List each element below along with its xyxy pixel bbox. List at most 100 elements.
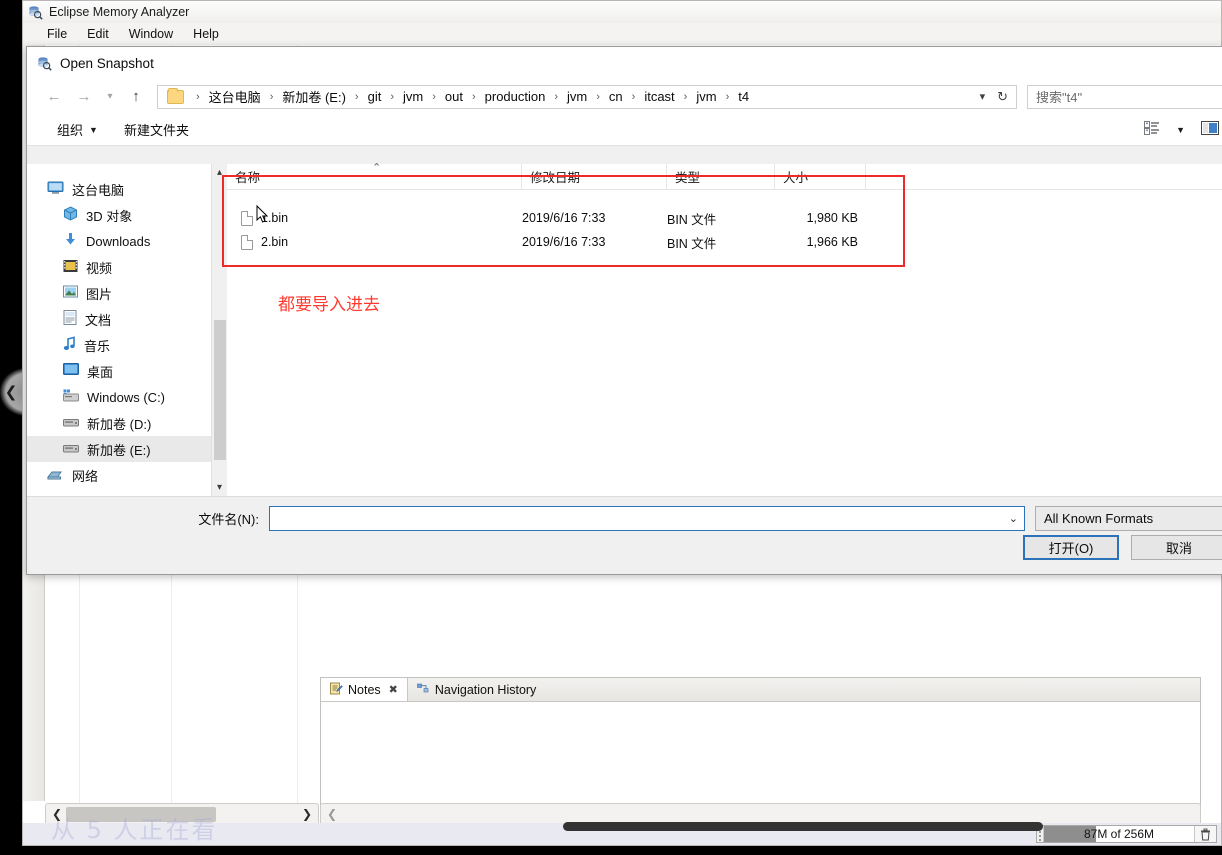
scroll-right-icon[interactable]: ❯ bbox=[302, 807, 312, 821]
sidebar-item-network[interactable]: 网络 bbox=[27, 462, 227, 488]
file-format-select[interactable]: All Known Formats bbox=[1035, 505, 1222, 531]
cancel-button[interactable]: 取消 bbox=[1131, 535, 1222, 560]
sidebar-item-drive-d[interactable]: 新加卷 (D:) bbox=[27, 410, 227, 436]
breadcrumb-item-6[interactable]: jvm bbox=[565, 89, 589, 104]
sidebar-item-label: 这台电脑 bbox=[72, 182, 125, 198]
breadcrumb-separator: › bbox=[196, 90, 200, 103]
sidebar-item-desktop[interactable]: 桌面 bbox=[27, 358, 227, 384]
eclipse-window-title: Eclipse Memory Analyzer bbox=[49, 5, 190, 19]
global-horizontal-scroll-thumb[interactable] bbox=[563, 822, 1043, 831]
address-bar[interactable]: › 这台电脑 › 新加卷 (E:) › git › jvm › out › pr… bbox=[157, 84, 1017, 109]
table-row[interactable]: 2.bin 2019/6/16 7:33 BIN 文件 1,966 KB bbox=[227, 230, 1222, 254]
close-icon[interactable]: ✖ bbox=[389, 683, 398, 696]
breadcrumb-item-10[interactable]: t4 bbox=[736, 89, 751, 104]
file-icon bbox=[241, 234, 253, 250]
breadcrumb-item-1[interactable]: 新加卷 (E:) bbox=[280, 87, 348, 106]
annotation-text: 都要导入进去 bbox=[278, 295, 380, 315]
notes-icon bbox=[330, 682, 343, 698]
dialog-buttons: 打开(O) 取消 bbox=[1023, 535, 1222, 560]
column-header-type[interactable]: 类型 bbox=[667, 163, 775, 190]
navigation-pane-scrollbar[interactable]: ▴ ▾ bbox=[211, 164, 227, 496]
sidebar-item-drive-e[interactable]: 新加卷 (E:) bbox=[27, 436, 227, 462]
pictures-icon bbox=[63, 285, 78, 301]
filename-label: 文件名(N): bbox=[198, 511, 259, 527]
tab-notes[interactable]: Notes ✖ bbox=[321, 678, 408, 701]
open-button[interactable]: 打开(O) bbox=[1023, 535, 1119, 560]
breadcrumb-item-3[interactable]: jvm bbox=[401, 89, 425, 104]
column-label: 名称 bbox=[235, 171, 261, 185]
dialog-content: 这台电脑 3D 对象 Downloads 视频 图片 文档 音乐 桌面 Wind… bbox=[27, 162, 1222, 496]
heap-status-text: 87M of 256M bbox=[1083, 827, 1155, 841]
organize-button[interactable]: 组织 ▼ bbox=[57, 120, 98, 139]
folder-icon bbox=[167, 87, 184, 104]
new-folder-button[interactable]: 新建文件夹 bbox=[124, 120, 189, 139]
menu-help[interactable]: Help bbox=[193, 27, 219, 41]
sidebar-item-videos[interactable]: 视频 bbox=[27, 254, 227, 280]
arrow-up-icon[interactable]: ↑ bbox=[123, 85, 149, 109]
refresh-icon[interactable]: ↻ bbox=[991, 89, 1014, 105]
sidebar-item-downloads[interactable]: Downloads bbox=[27, 228, 227, 254]
column-header-modified[interactable]: 修改日期 bbox=[522, 163, 667, 190]
menu-edit[interactable]: Edit bbox=[87, 27, 109, 41]
breadcrumb-item-2[interactable]: git bbox=[366, 89, 384, 104]
computer-icon bbox=[47, 181, 64, 198]
file-type-cell: BIN 文件 bbox=[667, 236, 717, 251]
memory-analyzer-icon bbox=[37, 56, 52, 71]
trash-icon[interactable] bbox=[1194, 826, 1216, 842]
breadcrumb-item-8[interactable]: itcast bbox=[642, 89, 676, 104]
scrollbar-thumb[interactable] bbox=[213, 320, 226, 460]
breadcrumb-item-0[interactable]: 这台电脑 bbox=[207, 87, 263, 106]
breadcrumb-item-5[interactable]: production bbox=[483, 89, 548, 104]
chevron-down-icon[interactable]: ▾ bbox=[217, 479, 222, 496]
preview-pane-button[interactable] bbox=[1201, 121, 1219, 138]
sidebar-item-documents[interactable]: 文档 bbox=[27, 306, 227, 332]
tab-notes-label: Notes bbox=[348, 682, 381, 697]
arrow-right-icon[interactable]: → bbox=[71, 85, 97, 109]
dialog-title: Open Snapshot bbox=[60, 55, 154, 71]
sidebar-item-windows-c[interactable]: Windows (C:) bbox=[27, 384, 227, 410]
tab-navigation-history[interactable]: Navigation History bbox=[408, 678, 545, 701]
table-row[interactable]: 1.bin 2019/6/16 7:33 BIN 文件 1,980 KB bbox=[227, 206, 1222, 230]
file-format-value: All Known Formats bbox=[1044, 510, 1154, 526]
watermark-text: 从 5 人正在看 bbox=[51, 816, 218, 844]
restore-view-arrow[interactable]: ❮ bbox=[0, 368, 22, 416]
3d-objects-icon bbox=[63, 206, 78, 224]
drive-icon bbox=[63, 416, 79, 431]
heap-bar: 87M of 256M bbox=[1044, 826, 1194, 842]
chevron-down-icon: ▼ bbox=[89, 124, 98, 135]
new-folder-label: 新建文件夹 bbox=[123, 123, 189, 138]
chevron-down-icon[interactable]: ▾ bbox=[101, 85, 119, 109]
arrow-left-icon[interactable]: ← bbox=[41, 85, 67, 109]
sidebar-item-label: 图片 bbox=[86, 286, 113, 302]
menu-file[interactable]: File bbox=[47, 27, 67, 41]
filename-input[interactable]: ⌄ bbox=[269, 505, 1025, 531]
heap-status-widget[interactable]: 87M of 256M bbox=[1036, 825, 1217, 843]
breadcrumb-separator: › bbox=[725, 90, 730, 103]
breadcrumb-separator: › bbox=[631, 90, 636, 103]
column-header-size[interactable]: 大小 bbox=[775, 163, 866, 190]
sidebar-item-music[interactable]: 音乐 bbox=[27, 332, 227, 358]
search-input[interactable]: 搜索"t4" bbox=[1027, 84, 1222, 109]
chevron-down-icon[interactable]: ⌄ bbox=[1009, 512, 1018, 525]
breadcrumb-item-7[interactable]: cn bbox=[607, 89, 625, 104]
file-list-header: 名称 修改日期 类型 大小 ⌃ bbox=[227, 162, 1222, 190]
menu-window[interactable]: Window bbox=[129, 27, 173, 41]
dialog-navbar: ← → ▾ ↑ › 这台电脑 › 新加卷 (E:) › git › jvm › … bbox=[27, 79, 1222, 114]
sort-ascending-icon: ⌃ bbox=[372, 162, 382, 174]
breadcrumb-item-9[interactable]: jvm bbox=[694, 89, 718, 104]
chevron-up-icon[interactable]: ▴ bbox=[217, 164, 222, 181]
screenshot-root: Eclipse Memory Analyzer File Edit Window… bbox=[0, 0, 1222, 855]
scroll-left-icon[interactable]: ❮ bbox=[52, 807, 62, 821]
sidebar-item-this-pc[interactable]: 这台电脑 bbox=[27, 176, 227, 202]
notes-scroll-left-icon[interactable]: ❮ bbox=[327, 807, 337, 821]
tab-navigation-history-label: Navigation History bbox=[434, 682, 537, 697]
address-dropdown-icon[interactable]: ▾ bbox=[974, 90, 992, 103]
file-type-cell: BIN 文件 bbox=[667, 212, 717, 227]
sidebar-item-label: 网络 bbox=[72, 468, 99, 484]
view-options-button[interactable]: ▼ bbox=[1144, 121, 1185, 138]
file-list-body: 1.bin 2019/6/16 7:33 BIN 文件 1,980 KB 2.b… bbox=[227, 190, 1222, 254]
breadcrumb-separator: › bbox=[471, 90, 476, 103]
breadcrumb-item-4[interactable]: out bbox=[443, 89, 465, 104]
sidebar-item-pictures[interactable]: 图片 bbox=[27, 280, 227, 306]
sidebar-item-3d-objects[interactable]: 3D 对象 bbox=[27, 202, 227, 228]
